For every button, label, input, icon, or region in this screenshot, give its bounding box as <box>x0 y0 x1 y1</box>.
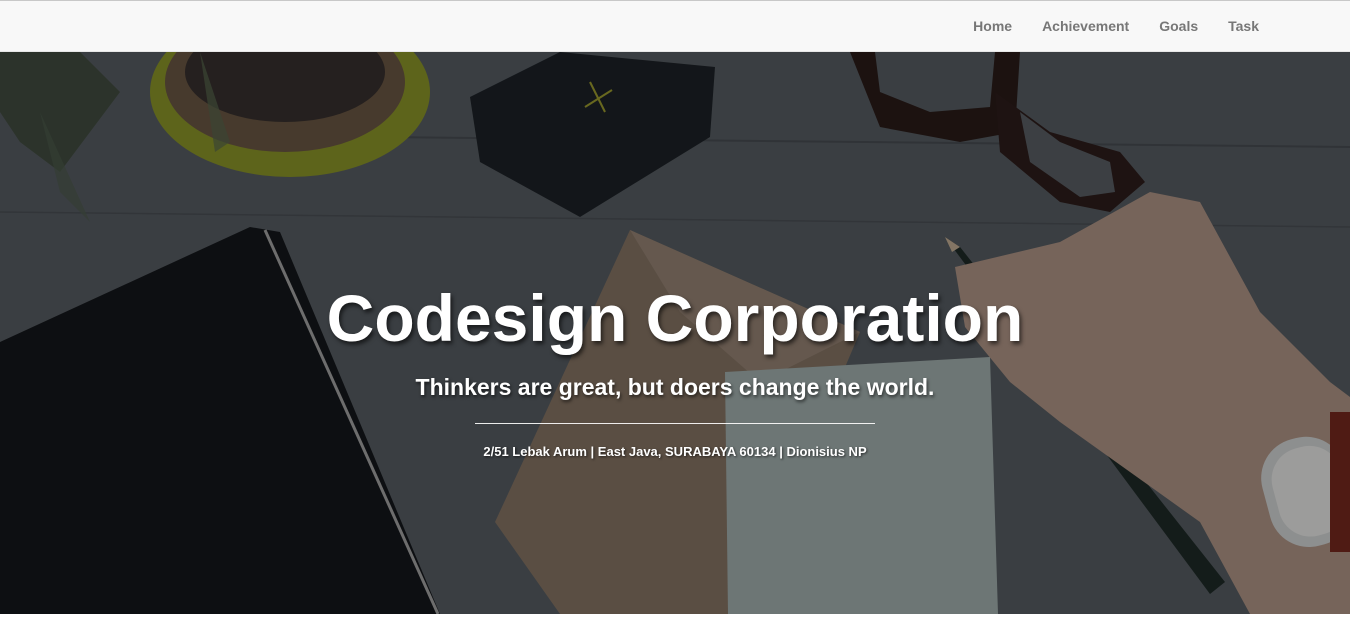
hero-section: Codesign Corporation Thinkers are great,… <box>0 52 1350 614</box>
navbar: Home Achievement Goals Task <box>0 0 1350 52</box>
page: Home Achievement Goals Task Codesign Cor… <box>0 0 1350 617</box>
nav-item-home: Home <box>973 18 1012 36</box>
nav-link-goals[interactable]: Goals <box>1159 18 1198 34</box>
nav-link-achievement[interactable]: Achievement <box>1042 18 1129 34</box>
nav-item-task: Task <box>1228 18 1259 36</box>
nav-menu: Home Achievement Goals Task <box>943 1 1259 53</box>
hero-divider <box>475 423 875 424</box>
nav-link-home[interactable]: Home <box>973 18 1012 34</box>
hero-content: Codesign Corporation Thinkers are great,… <box>0 52 1350 614</box>
hero-subtitle: Thinkers are great, but doers change the… <box>415 374 935 400</box>
hero-title: Codesign Corporation <box>326 281 1024 355</box>
hero-address: 2/51 Lebak Arum | East Java, SURABAYA 60… <box>483 444 867 459</box>
nav-link-task[interactable]: Task <box>1228 18 1259 34</box>
nav-item-achievement: Achievement <box>1042 18 1129 36</box>
nav-item-goals: Goals <box>1159 18 1198 36</box>
